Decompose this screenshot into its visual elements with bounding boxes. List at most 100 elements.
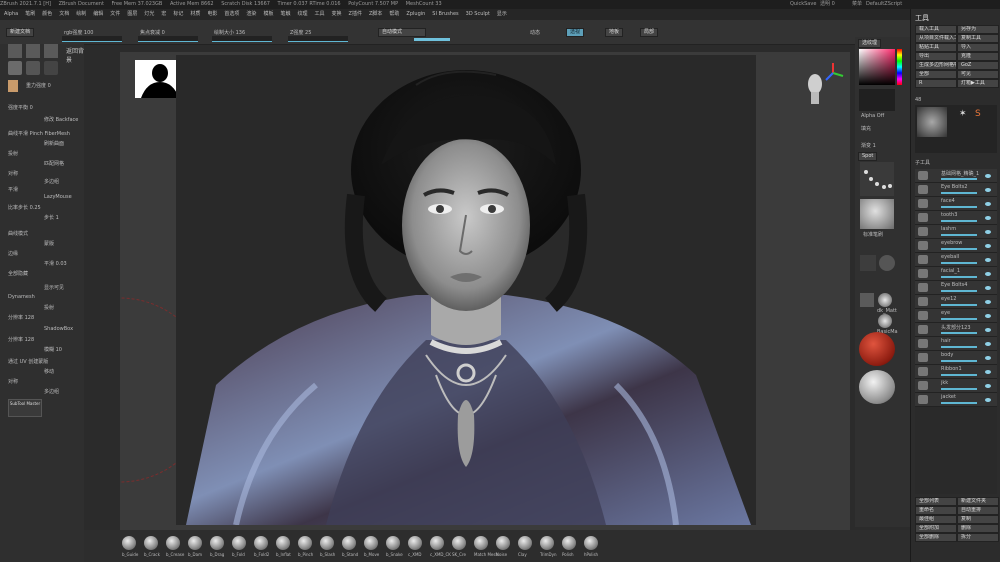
shelf-brush[interactable]: b_Drag [210, 536, 232, 557]
left-tray-item[interactable]: 平滑 0.03 [44, 260, 67, 267]
menu-item[interactable]: 绘制 [76, 11, 86, 17]
subtool-slider[interactable] [941, 304, 977, 306]
subtool-slider[interactable] [941, 192, 977, 194]
subtool-slider[interactable] [941, 220, 977, 222]
subtool-slider[interactable] [941, 178, 977, 180]
subtool-slider[interactable] [941, 262, 977, 264]
menu-item[interactable]: 显示 [497, 11, 507, 17]
subtool-row[interactable]: 基础网格_精确_1 [915, 169, 997, 183]
subtool-row[interactable]: body [915, 351, 997, 365]
menu-item[interactable]: 图层 [127, 11, 137, 17]
visibility-eye-icon[interactable] [985, 370, 991, 374]
visibility-eye-icon[interactable] [985, 272, 991, 276]
default-zscript-button[interactable]: DefaultZScript [866, 0, 902, 9]
new-document-button[interactable]: 新建文档 [6, 28, 35, 37]
star-icon[interactable]: ✶ [959, 109, 969, 119]
left-tray-item[interactable]: 多边组 [44, 178, 59, 185]
dk-matt-icon[interactable] [878, 293, 892, 307]
left-tray-item[interactable]: 蒙版 [44, 240, 54, 247]
gradient-icon[interactable] [879, 255, 895, 271]
tool-button[interactable]: 粘贴工具 [915, 43, 957, 52]
menu-item[interactable]: 文件 [110, 11, 120, 17]
color-swatch[interactable] [8, 80, 18, 92]
left-tray-item[interactable]: 对称 [8, 378, 18, 385]
shelf-brush[interactable]: TrimDyn [540, 536, 562, 557]
visibility-eye-icon[interactable] [985, 286, 991, 290]
tool-button[interactable]: 生成多边形网格物体 [915, 61, 957, 70]
floor-button[interactable]: 地板 [605, 28, 624, 37]
left-tray-item[interactable]: 比率步长 0.25 [8, 204, 41, 211]
skin-material-icon[interactable] [859, 332, 895, 366]
menu-item[interactable]: 材质 [190, 11, 200, 17]
left-tray-item[interactable]: Dynamesh [8, 294, 35, 300]
subtool-action-button[interactable]: 全部删除 [915, 533, 957, 542]
visibility-eye-icon[interactable] [985, 314, 991, 318]
subtool-row[interactable]: eyeball [915, 253, 997, 267]
spot-button[interactable]: Spot [858, 152, 878, 161]
subtool-action-button[interactable]: 重命名 [915, 506, 957, 515]
visibility-eye-icon[interactable] [985, 356, 991, 360]
left-tray-item[interactable]: 对称 [8, 170, 18, 177]
left-tray-item[interactable]: 通过 UV 创建蒙版 [8, 358, 48, 365]
shelf-brush[interactable]: c_XMD_CK [430, 536, 452, 557]
menu-item[interactable]: SI Brushes [432, 11, 458, 17]
perspective-button[interactable]: 透视 [566, 28, 585, 37]
shelf-brush[interactable]: b_Fold [232, 536, 254, 557]
shelf-brush[interactable]: b_Slash [320, 536, 342, 557]
tool-button[interactable]: 载入工具 [915, 25, 957, 34]
subtool-row[interactable]: tooth3 [915, 211, 997, 225]
subtool-action-button[interactable]: 复制 [957, 515, 999, 524]
tool-button[interactable]: 从项目文件载入工具 [915, 34, 957, 43]
see-through-slider[interactable]: 透明 0 [820, 0, 835, 9]
back-button[interactable]: 返回背景 [66, 46, 84, 64]
alpha-swatch[interactable] [859, 89, 895, 111]
menu-item[interactable]: 3D Sculpt [466, 11, 490, 17]
menu-item[interactable]: 颜色 [42, 11, 52, 17]
visibility-eye-icon[interactable] [985, 174, 991, 178]
subtool-master-button[interactable]: SubTool Master [8, 399, 42, 417]
subtool-row[interactable]: Eye Bolts2 [915, 183, 997, 197]
menus-button[interactable]: 菜单 [852, 0, 862, 9]
shelf-brush[interactable]: b_Move [364, 536, 386, 557]
menu-item[interactable]: Zplugin [406, 11, 425, 17]
tool-button[interactable]: 导入 [957, 43, 999, 52]
clay-material-icon[interactable] [859, 370, 895, 404]
left-tray-item[interactable]: 模糊 10 [44, 346, 62, 353]
left-tray-item[interactable]: 曲线平滑 Pinch FiberMesh [8, 130, 70, 137]
basic-material-icon[interactable] [878, 314, 892, 328]
menu-item[interactable]: 渲染 [246, 11, 256, 17]
draw-button[interactable] [26, 44, 40, 58]
subtool-row[interactable]: facial_1 [915, 267, 997, 281]
tool-button[interactable]: 可见 [957, 70, 999, 79]
menu-item[interactable]: 宏 [161, 11, 166, 17]
left-tray-item[interactable]: 平滑 [8, 186, 18, 193]
menu-item[interactable]: Alpha [4, 11, 18, 17]
menu-item[interactable]: 模板 [263, 11, 273, 17]
shelf-brush[interactable]: SK_Cre [452, 536, 474, 557]
tool-button[interactable]: 导出 [915, 52, 957, 61]
shelf-brush[interactable]: c_XMD [408, 536, 430, 557]
shelf-brush[interactable]: Clay [518, 536, 540, 557]
subtool-row[interactable]: face4 [915, 197, 997, 211]
axis-gizmo-icon[interactable] [822, 62, 844, 84]
shelf-brush[interactable]: b_Snake [386, 536, 408, 557]
visibility-eye-icon[interactable] [985, 342, 991, 346]
subtool-action-button[interactable]: 新建文件夹 [957, 497, 999, 506]
subtool-row[interactable]: eyebrow [915, 239, 997, 253]
menu-item[interactable]: 帮助 [389, 11, 399, 17]
menu-item[interactable]: 电影 [207, 11, 217, 17]
draw-size-slider[interactable] [212, 36, 272, 42]
subtool-slider[interactable] [941, 346, 977, 348]
subtool-row[interactable]: jkk [915, 379, 997, 393]
menu-item[interactable]: 工具 [314, 11, 324, 17]
menu-item[interactable]: 灯光 [144, 11, 154, 17]
subtool-row[interactable]: 头发部分123 [915, 323, 997, 337]
shelf-brush[interactable]: b_Guide [122, 536, 144, 557]
tool-button[interactable]: 另存为 [957, 25, 999, 34]
visibility-eye-icon[interactable] [985, 258, 991, 262]
visibility-eye-icon[interactable] [985, 398, 991, 402]
shelf-brush[interactable]: b_Dam [188, 536, 210, 557]
polymesh-icon[interactable]: S [975, 109, 985, 119]
subtool-slider[interactable] [941, 332, 977, 334]
subtool-row[interactable]: Eye Bolts4 [915, 281, 997, 295]
